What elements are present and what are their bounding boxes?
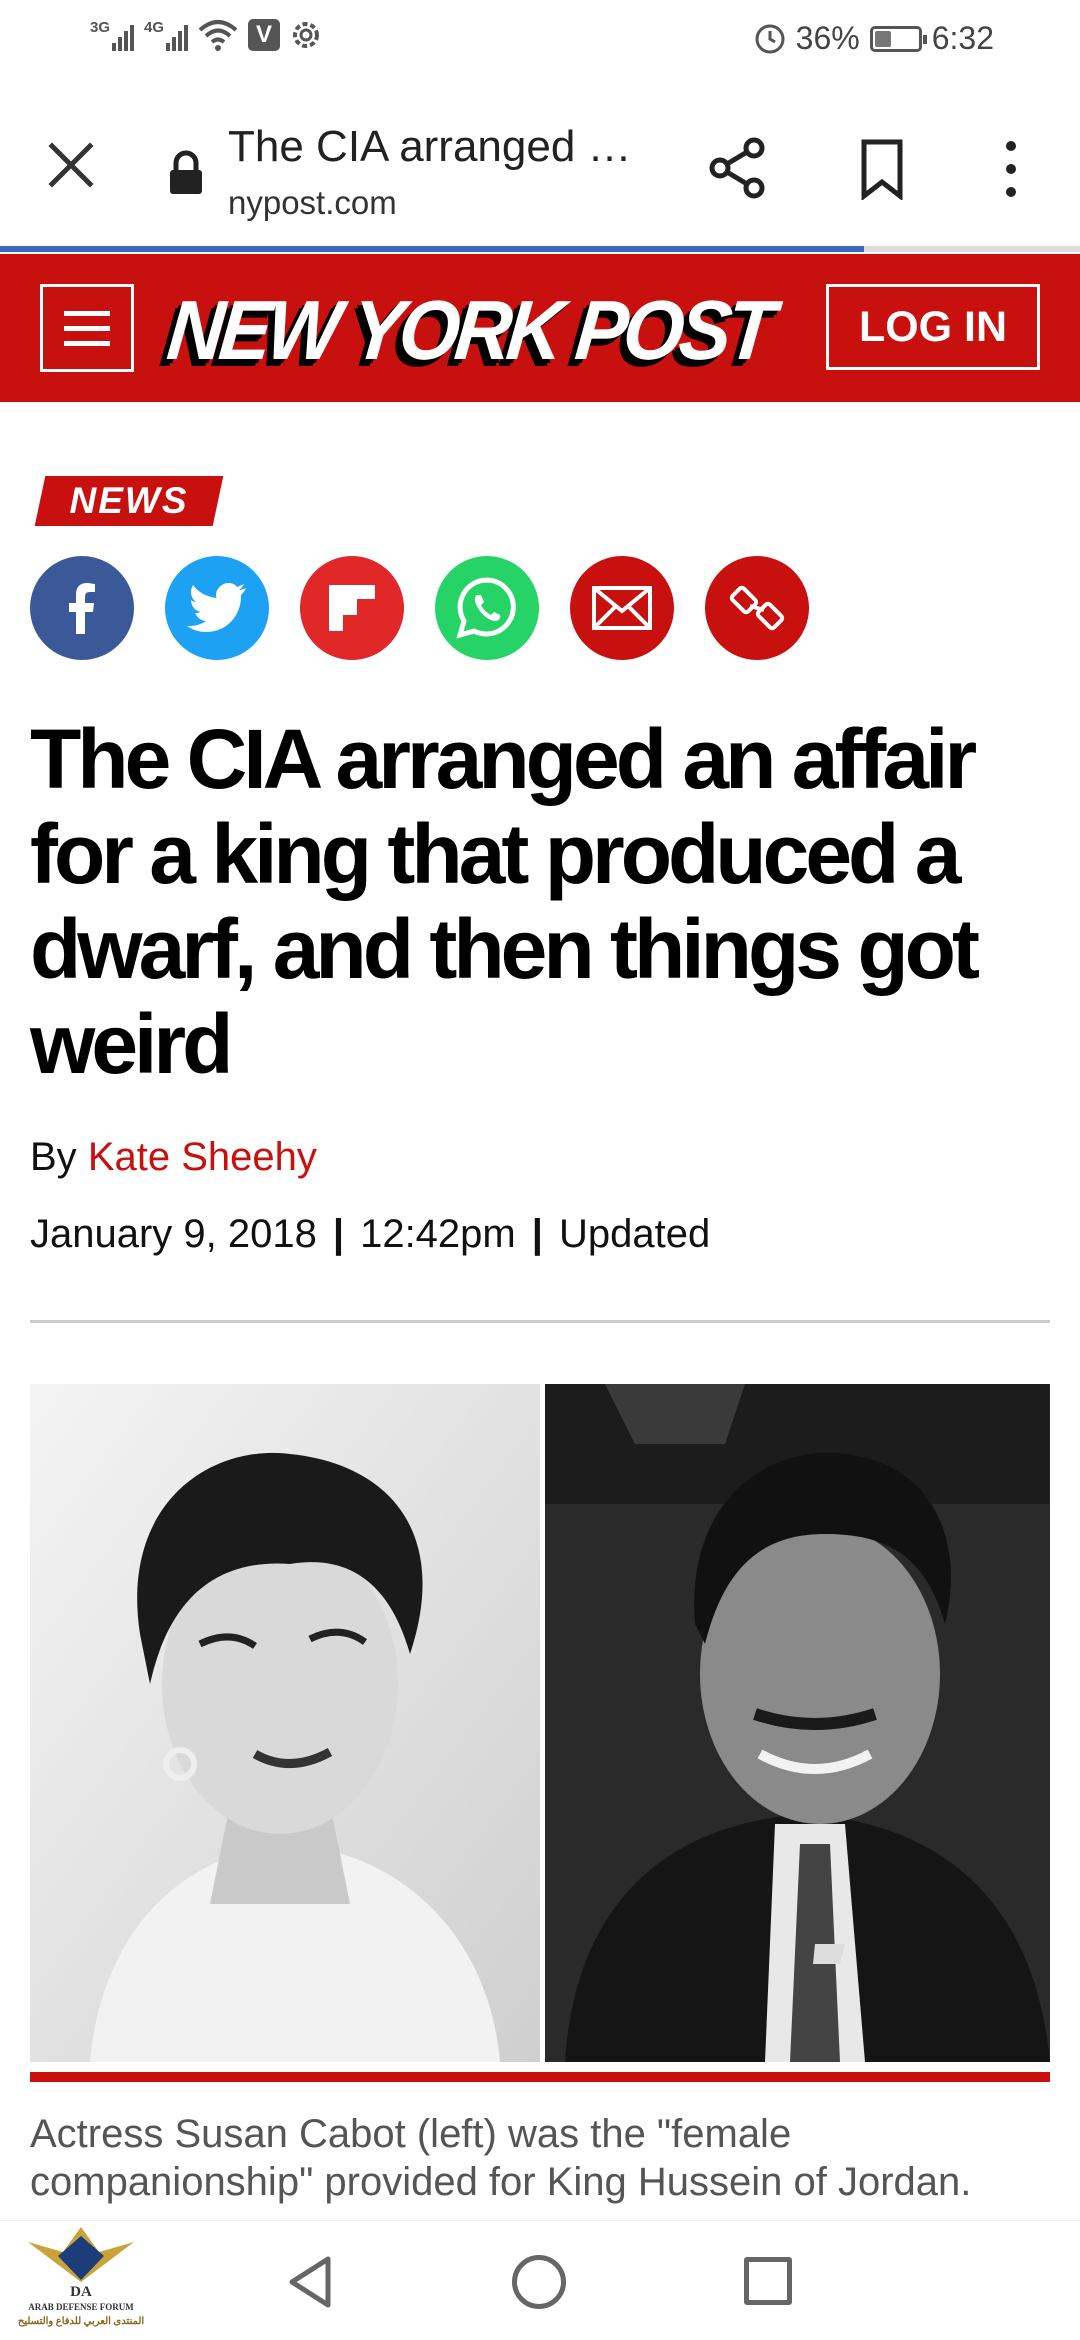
byline-prefix: By xyxy=(30,1135,77,1179)
copy-link-share-button[interactable] xyxy=(705,556,809,660)
battery-level xyxy=(874,30,892,47)
facebook-icon xyxy=(69,583,95,634)
article-photo-right[interactable] xyxy=(545,1384,1050,2062)
watermark-line2: ARAB DEFENSE FORUM xyxy=(28,2302,134,2312)
network-type-label: 4G xyxy=(144,19,165,36)
watermark-logo: DA ARAB DEFENSE FORUM المنتدى العربي للد… xyxy=(8,2222,154,2336)
photo-caption: Actress Susan Cabot (left) was the "fema… xyxy=(30,2112,972,2204)
bookmark-icon[interactable] xyxy=(856,138,908,200)
twitter-icon xyxy=(187,583,246,632)
watermark-line1: DA xyxy=(70,2284,92,2300)
browser-toolbar: The CIA arranged … nypost.com xyxy=(0,84,1080,252)
updated-label: Updated xyxy=(558,1212,711,1256)
network-type-label: 3G xyxy=(90,19,111,36)
more-options-icon[interactable] xyxy=(996,138,1026,200)
section-tag[interactable]: NEWS xyxy=(34,476,224,526)
whatsapp-icon xyxy=(456,577,516,639)
page-load-progress xyxy=(0,246,1080,252)
url-display[interactable]: nypost.com xyxy=(228,184,397,222)
login-button[interactable]: LOG IN xyxy=(826,284,1040,370)
status-bar: 3G 4G V 36% 6:32 xyxy=(0,0,1080,84)
section-tag-label: NEWS xyxy=(69,480,189,521)
email-icon xyxy=(592,586,652,630)
page-title[interactable]: The CIA arranged … xyxy=(228,122,632,172)
divider xyxy=(30,1320,1050,1323)
separator: | xyxy=(332,1212,345,1256)
article-photo-left[interactable] xyxy=(30,1384,540,2062)
whatsapp-share-button[interactable] xyxy=(435,556,539,660)
menu-icon[interactable] xyxy=(40,284,134,372)
settings-gear-icon xyxy=(293,22,320,48)
email-share-button[interactable] xyxy=(570,556,674,660)
publish-date: January 9, 2018 xyxy=(30,1212,317,1256)
recents-icon[interactable] xyxy=(744,2257,792,2305)
system-nav-bar xyxy=(0,2220,1080,2340)
home-icon[interactable] xyxy=(512,2255,566,2309)
lock-icon[interactable] xyxy=(166,150,206,196)
signal-icon: 3G xyxy=(90,19,135,51)
byline: By Kate Sheehy xyxy=(30,1135,317,1180)
back-icon[interactable] xyxy=(284,2253,336,2311)
dateline: January 9, 2018 | 12:42pm | Updated xyxy=(30,1212,710,1257)
progress-fill xyxy=(0,246,864,252)
flipboard-share-button[interactable] xyxy=(300,556,404,660)
signal-icon: 4G xyxy=(144,19,189,51)
vpn-icon: V xyxy=(248,19,281,51)
link-icon xyxy=(729,585,785,631)
share-icon[interactable] xyxy=(706,136,770,200)
article-headline: The CIA arranged an affair for a king th… xyxy=(30,712,980,1091)
eagle-emblem-icon xyxy=(28,2227,134,2282)
publish-time: 12:42pm xyxy=(360,1212,516,1256)
battery-icon xyxy=(869,25,927,52)
watermark-line3: المنتدى العربي للدفاع والتسليح xyxy=(17,2316,145,2327)
separator: | xyxy=(531,1212,543,1256)
caption-rule xyxy=(30,2072,1050,2082)
close-icon[interactable] xyxy=(40,134,102,196)
status-icons-left: 3G 4G V xyxy=(90,18,322,52)
portrait-man-image xyxy=(545,1384,1050,2062)
portrait-woman-image xyxy=(30,1384,540,2062)
vpn-badge-label: V xyxy=(256,21,273,48)
facebook-share-button[interactable] xyxy=(30,556,134,660)
share-buttons xyxy=(30,556,809,660)
battery-percent: 36% xyxy=(795,20,860,56)
author-link[interactable]: Kate Sheehy xyxy=(88,1135,317,1179)
twitter-share-button[interactable] xyxy=(165,556,269,660)
site-header: NEW YORK POST LOG IN xyxy=(0,254,1080,402)
wifi-icon xyxy=(198,20,238,51)
site-logo[interactable]: NEW YORK POST xyxy=(163,282,775,379)
status-icons-right: 36% 6:32 xyxy=(754,20,994,57)
data-saver-icon xyxy=(755,24,785,53)
flipboard-icon xyxy=(329,585,375,631)
clock: 6:32 xyxy=(931,20,994,56)
